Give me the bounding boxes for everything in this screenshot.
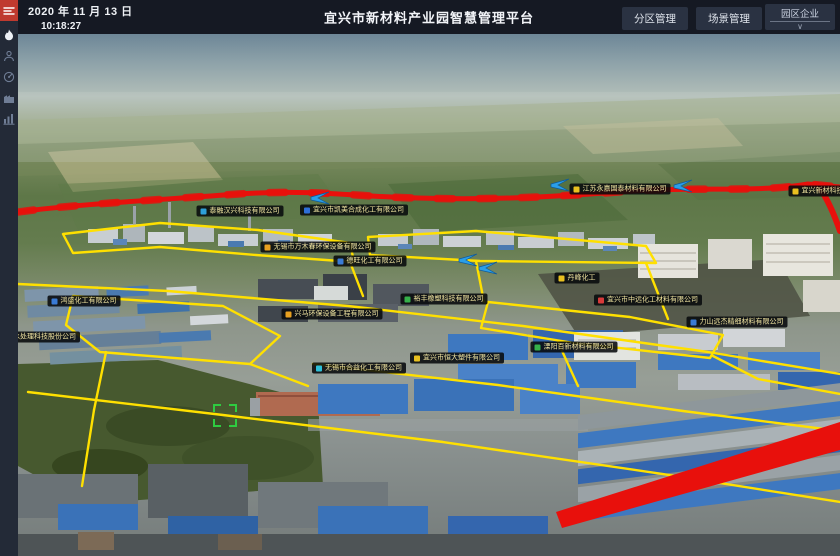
company-label-text: 力山远杰精细材料有限公司 xyxy=(700,319,784,326)
company-marker-icon xyxy=(691,319,697,325)
company-marker-icon xyxy=(316,365,322,371)
company-label[interactable]: 丹峰化工 xyxy=(555,273,600,284)
company-marker-icon xyxy=(598,297,604,303)
company-label-text: 兴马环保设备工程有限公司 xyxy=(295,311,379,318)
map-3d-view[interactable]: 泰融汉兴科技有限公司 宜兴市凯美合成化工有限公司无锡市万木春环保设备有限公司德旺化… xyxy=(18,34,840,556)
user-icon[interactable] xyxy=(0,48,18,63)
company-label[interactable]: 裕丰橡塑科技有限公司 xyxy=(401,294,488,305)
company-label[interactable]: 力山远杰精细材料有限公司 xyxy=(687,317,788,328)
company-marker-icon xyxy=(405,296,411,302)
company-label[interactable]: 汇成国际水处理科技股份公司 xyxy=(18,332,80,343)
company-marker-icon xyxy=(574,186,580,192)
dropdown-label: 园区企业 xyxy=(770,6,830,22)
company-marker-icon xyxy=(793,188,799,194)
current-time: 10:18:27 xyxy=(41,21,133,32)
company-label[interactable]: 江苏永嘉国泰材料有限公司 xyxy=(570,184,671,195)
left-sidebar xyxy=(0,0,18,556)
company-label-text: 宜兴市恒大塑件有限公司 xyxy=(423,355,500,362)
company-label-text: 宜兴市中远化工材料有限公司 xyxy=(607,297,698,304)
company-label[interactable]: 无锡市万木春环保设备有限公司 xyxy=(261,242,376,253)
company-label-text: 无锡市合益化工有限公司 xyxy=(325,365,402,372)
company-label[interactable]: 德旺化工有限公司 xyxy=(334,256,407,267)
gauge-icon[interactable] xyxy=(0,69,18,84)
datetime: 2020 年 11 月 13 日 10:18:27 xyxy=(28,3,133,32)
company-label-text: 汇成国际水处理科技股份公司 xyxy=(18,334,76,341)
company-label-text: 德旺化工有限公司 xyxy=(347,258,403,265)
company-label[interactable]: 无锡市合益化工有限公司 xyxy=(312,363,406,374)
company-label[interactable]: 宜兴市凯美合成化工有限公司 xyxy=(300,205,408,216)
company-label-text: 江苏永嘉国泰材料有限公司 xyxy=(583,186,667,193)
company-label-text: 宜兴新材科技有限公司 xyxy=(802,188,840,195)
page-title: 宜兴市新材料产业园智慧管理平台 xyxy=(324,8,534,27)
company-label[interactable]: 宜兴新材科技有限公司 xyxy=(789,186,840,197)
factory-icon[interactable] xyxy=(0,90,18,105)
company-marker-icon xyxy=(201,208,207,214)
company-label-text: 裕丰橡塑科技有限公司 xyxy=(414,296,484,303)
header-buttons: 分区管理 场景管理 xyxy=(622,7,762,30)
company-label[interactable]: 宜兴市中远化工材料有限公司 xyxy=(594,295,702,306)
chevron-down-icon: ∨ xyxy=(765,22,835,31)
company-marker-icon xyxy=(286,311,292,317)
company-label[interactable]: 兴马环保设备工程有限公司 xyxy=(282,309,383,320)
flame-icon[interactable] xyxy=(0,27,18,42)
company-label[interactable]: 溧阳百新材料有限公司 xyxy=(531,342,618,353)
company-marker-icon xyxy=(52,298,58,304)
smart-park-platform: 2020 年 11 月 13 日 10:18:27 宜兴市新材料产业园智慧管理平… xyxy=(0,0,840,556)
company-label-text: 鸿盛化工有限公司 xyxy=(61,298,117,305)
company-marker-icon xyxy=(414,355,420,361)
park-enterprise-dropdown[interactable]: 园区企业 ∨ xyxy=(765,4,835,30)
company-label[interactable]: 泰融汉兴科技有限公司 xyxy=(197,206,284,217)
company-marker-icon xyxy=(338,258,344,264)
scene-management-button[interactable]: 场景管理 xyxy=(696,7,762,30)
top-header: 2020 年 11 月 13 日 10:18:27 宜兴市新材料产业园智慧管理平… xyxy=(18,0,840,34)
bar-chart-icon[interactable] xyxy=(0,111,18,126)
menu-icon[interactable] xyxy=(0,0,18,21)
company-label-text: 泰融汉兴科技有限公司 xyxy=(210,208,280,215)
company-marker-icon xyxy=(265,244,271,250)
map-labels: 泰融汉兴科技有限公司 宜兴市凯美合成化工有限公司无锡市万木春环保设备有限公司德旺化… xyxy=(18,34,840,556)
company-label-text: 丹峰化工 xyxy=(568,275,596,282)
company-marker-icon xyxy=(535,344,541,350)
company-marker-icon xyxy=(304,207,310,213)
company-label-text: 无锡市万木春环保设备有限公司 xyxy=(274,244,372,251)
company-label-text: 溧阳百新材料有限公司 xyxy=(544,344,614,351)
current-date: 2020 年 11 月 13 日 xyxy=(28,3,133,19)
zone-management-button[interactable]: 分区管理 xyxy=(622,7,688,30)
company-label[interactable]: 鸿盛化工有限公司 xyxy=(48,296,121,307)
company-label-text: 宜兴市凯美合成化工有限公司 xyxy=(313,207,404,214)
company-label[interactable]: 宜兴市恒大塑件有限公司 xyxy=(410,353,504,364)
company-marker-icon xyxy=(559,275,565,281)
